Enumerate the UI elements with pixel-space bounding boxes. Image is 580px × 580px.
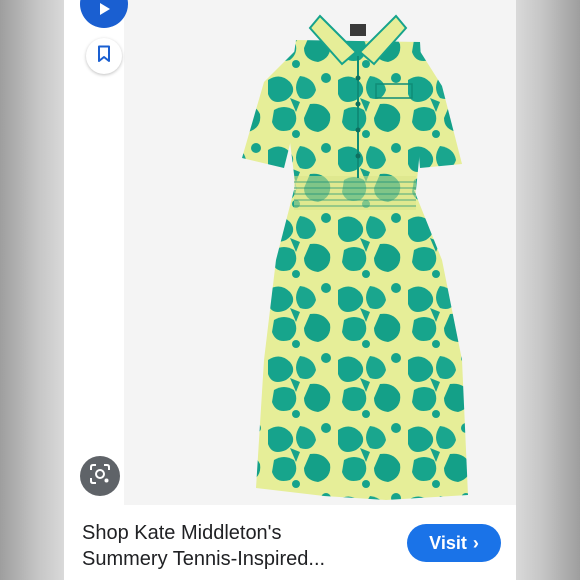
result-title-line-2: Summery Tennis-Inspired... xyxy=(82,548,326,570)
search-result-card[interactable]: Shop Kate Middleton's Summery Tennis-Ins… xyxy=(64,0,516,580)
left-blurred-edge xyxy=(0,0,64,580)
result-title[interactable]: Shop Kate Middleton's Summery Tennis-Ins… xyxy=(82,520,382,572)
lens-search-icon xyxy=(89,463,111,490)
visit-button[interactable]: Visit › xyxy=(407,524,501,562)
chevron-right-icon: › xyxy=(472,532,479,553)
lens-search-button[interactable] xyxy=(80,456,120,496)
save-bookmark-button[interactable] xyxy=(86,38,122,74)
play-button[interactable] xyxy=(80,0,128,28)
visit-label: Visit xyxy=(429,532,467,553)
floral-shirt-dress-illustration xyxy=(242,14,468,500)
product-image[interactable] xyxy=(124,0,516,505)
play-icon xyxy=(96,1,112,28)
result-title-line-1: Shop Kate Middleton's xyxy=(82,522,282,544)
bookmark-icon xyxy=(96,45,112,68)
right-blurred-edge xyxy=(516,0,580,580)
